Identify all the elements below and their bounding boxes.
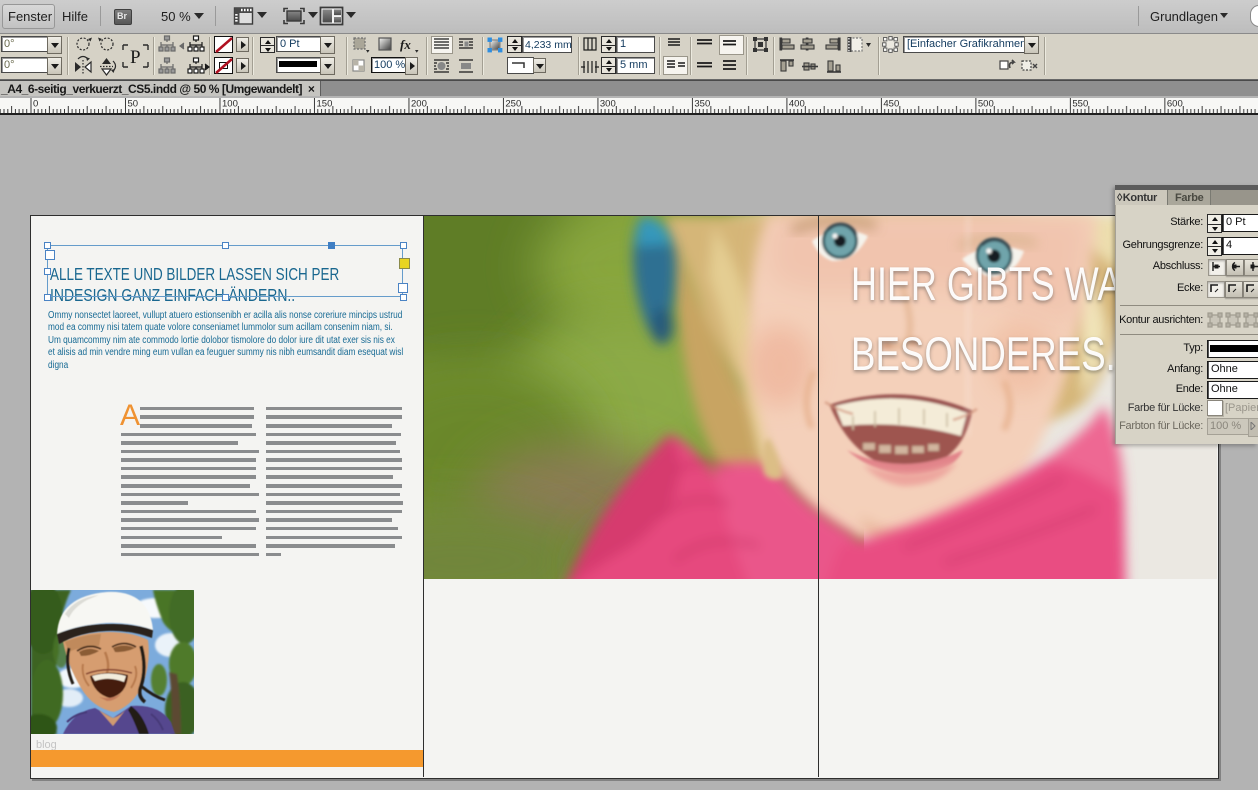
svg-text:400: 400 [789, 99, 805, 110]
svg-text:500: 500 [978, 99, 994, 110]
svg-text:fx: fx [400, 37, 411, 52]
svg-text:250: 250 [505, 99, 521, 110]
svg-text:200: 200 [411, 99, 427, 110]
svg-text:300: 300 [600, 99, 616, 110]
svg-text:350: 350 [694, 99, 710, 110]
svg-text:150: 150 [317, 99, 333, 110]
svg-text:50: 50 [128, 99, 139, 110]
svg-text:0: 0 [33, 99, 38, 110]
svg-text:P: P [130, 47, 141, 68]
svg-text:100: 100 [222, 99, 238, 110]
svg-text:450: 450 [883, 99, 899, 110]
svg-text:550: 550 [1072, 99, 1088, 110]
svg-text:600: 600 [1167, 99, 1183, 110]
